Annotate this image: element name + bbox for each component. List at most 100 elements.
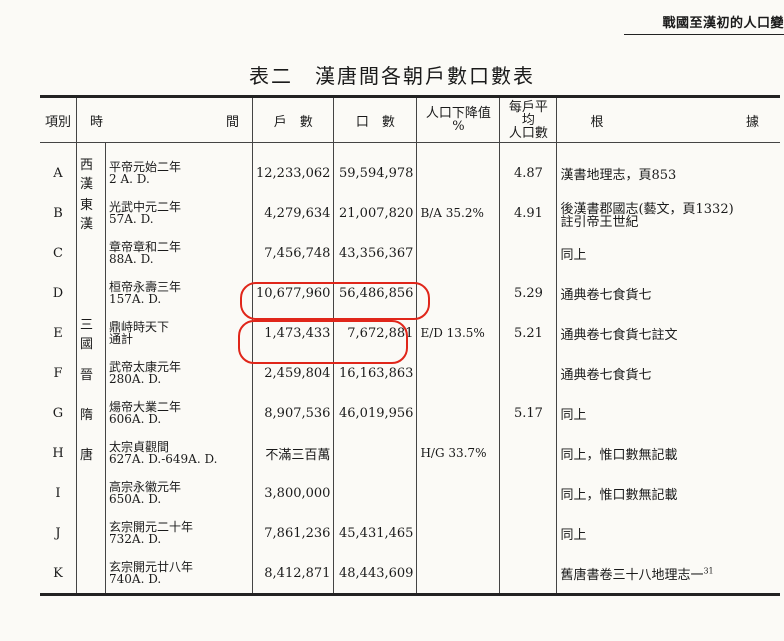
- row-population: [333, 433, 417, 473]
- row-avg: 4.91: [499, 193, 557, 233]
- row-year: 57A. D.: [109, 212, 154, 226]
- row-households: 3,800,000: [251, 473, 334, 513]
- row-dynasty: 晉: [76, 353, 106, 393]
- table-row: C 章帝章和二年 88A. D. 7,456,748 43,356,367 同上: [40, 233, 780, 273]
- table-row: D 桓帝永壽三年 157A. D. 10,677,960 56,486,856 5.29 通…: [40, 273, 780, 313]
- row-reign-cell: 高宗永徽元年 650A. D.: [105, 473, 253, 513]
- header-population: 口 數: [333, 96, 417, 143]
- row-source-text: 同上，惟口數無記載: [560, 447, 678, 463]
- row-source-cell: 通典卷七食貨七: [556, 353, 780, 393]
- row-dynasty: 東漢: [76, 193, 106, 233]
- header-time-right: 間: [225, 114, 239, 130]
- row-source-cell: 通典卷七食貨七: [556, 273, 780, 313]
- header-avg-line1: 每戶平均: [508, 99, 548, 128]
- header-avg-line2: 人口數: [508, 125, 548, 141]
- row-avg: [499, 513, 557, 553]
- row-decline: [416, 142, 500, 193]
- row-avg: 4.87: [499, 142, 557, 193]
- row-source-cell: 漢書地理志，頁853: [556, 142, 780, 193]
- header-decline: 人口下降值 %: [416, 96, 500, 143]
- row-dynasty: 三國: [76, 313, 106, 353]
- row-population: 59,594,978: [333, 142, 417, 193]
- row-reign-cell: 太宗貞觀間 627A. D.-649A. D.: [105, 433, 253, 473]
- row-item: F: [53, 365, 63, 381]
- row-dynasty: [76, 513, 106, 553]
- row-dynasty: 西漢: [76, 142, 106, 193]
- row-source-cell: 同上: [556, 393, 780, 433]
- row-decline: [416, 233, 500, 273]
- row-item: I: [55, 485, 61, 501]
- row-households: 1,473,433: [251, 313, 334, 353]
- row-population: 7,672,881: [333, 313, 417, 353]
- table-row: G 隋煬帝大業二年 606A. D. 8,907,536 46,019,956 5.17 同…: [40, 393, 780, 433]
- row-households: 4,279,634: [251, 193, 334, 233]
- row-reign-cell: 光武中元二年 57A. D.: [105, 193, 253, 233]
- row-year: 627A. D.-649A. D.: [109, 452, 218, 466]
- running-head: 戰國至漢初的人口變: [662, 16, 784, 31]
- running-head-rule: [624, 34, 784, 35]
- table-row: J 玄宗開元二十年 732A. D. 7,861,236 45,431,465 同上: [40, 513, 780, 553]
- row-population: 16,163,863: [333, 353, 417, 393]
- row-population: [333, 473, 417, 513]
- row-source-text: 同上: [560, 247, 587, 263]
- row-item: H: [52, 445, 64, 461]
- table-row: E 三國 鼎峙時天下 通計 1,473,433 7,672,881 E/D 13.5% 5.2…: [40, 313, 780, 353]
- row-reign-cell: 桓帝永壽三年 157A. D.: [105, 273, 253, 313]
- row-year: 157A. D.: [109, 292, 162, 306]
- row-item: G: [52, 405, 64, 421]
- row-source-text: 同上: [560, 527, 587, 543]
- table-row: I 高宗永徽元年 650A. D. 3,800,000 同上，惟口數無記載: [40, 473, 780, 513]
- row-dynasty: [76, 553, 106, 595]
- row-avg: [499, 233, 557, 273]
- row-source-text: 同上: [560, 407, 587, 423]
- row-source-text: 通典卷七食貨七: [560, 287, 652, 303]
- row-source-text: 通典卷七食貨七: [560, 367, 652, 383]
- row-dynasty: [76, 273, 106, 313]
- row-item: E: [53, 325, 63, 341]
- row-source: 通典卷七食貨七: [560, 364, 777, 383]
- header-households: 戶 數: [251, 96, 334, 143]
- row-households: 不滿三百萬: [251, 433, 334, 473]
- row-source-cell: 同上: [556, 513, 780, 553]
- row-item: C: [53, 245, 63, 261]
- table-row: A 西漢 平帝元始二年 2 A. D. 12,233,062 59,594,978 4.87…: [40, 142, 780, 193]
- header-item: 項別: [40, 96, 77, 143]
- row-source-line2: 註引帝王世紀: [560, 214, 639, 230]
- row-source: 舊唐書卷三十八地理志一31: [560, 564, 777, 582]
- row-households: 10,677,960: [251, 273, 334, 313]
- row-year: 2 A. D.: [109, 172, 150, 186]
- row-population: 48,443,609: [333, 553, 417, 595]
- header-avg: 每戶平均 人口數: [499, 96, 557, 143]
- header-source-right: 據: [745, 114, 759, 130]
- row-item: A: [53, 165, 63, 181]
- row-source: 同上: [560, 404, 777, 423]
- header-time-left: 時: [90, 114, 104, 130]
- header-source: 根 據: [556, 96, 780, 143]
- row-avg: [499, 433, 557, 473]
- row-households: 12,233,062: [251, 142, 334, 193]
- row-source: 同上，惟口數無記載: [560, 444, 777, 463]
- row-source: 漢書地理志，頁853: [560, 164, 777, 183]
- row-population: 56,486,856: [333, 273, 417, 313]
- row-households: 7,861,236: [251, 513, 334, 553]
- row-year: 606A. D.: [109, 412, 162, 426]
- row-households: 8,412,871: [251, 553, 334, 595]
- row-decline: [416, 353, 500, 393]
- row-reign-cell: 鼎峙時天下 通計: [105, 313, 253, 353]
- table-row: H 唐太宗貞觀間 627A. D.-649A. D. 不滿三百萬 H/G 33.7% 同上…: [40, 433, 780, 473]
- row-avg: [499, 553, 557, 595]
- row-decline: H/G 33.7%: [416, 433, 500, 473]
- row-decline: [416, 513, 500, 553]
- header-row: 項別 時 間 戶 數 口 數 人口下降值 % 每戶平均 人口數 根 據: [40, 96, 780, 143]
- row-source-cell: 後漢書郡國志(藝文，頁1332) 註引帝王世紀: [556, 193, 780, 233]
- row-avg: [499, 353, 557, 393]
- row-source: 通典卷七食貨七: [560, 284, 777, 303]
- row-year: 740A. D.: [109, 572, 162, 586]
- row-year: 通計: [109, 332, 134, 346]
- row-source: 通典卷七食貨七註文: [560, 324, 777, 343]
- row-source-text: 漢書地理志，頁853: [560, 167, 677, 183]
- row-reign-cell: 平帝元始二年 2 A. D.: [105, 142, 253, 193]
- row-reign-cell: 章帝章和二年 88A. D.: [105, 233, 253, 273]
- row-year: 650A. D.: [109, 492, 162, 506]
- row-decline: [416, 553, 500, 595]
